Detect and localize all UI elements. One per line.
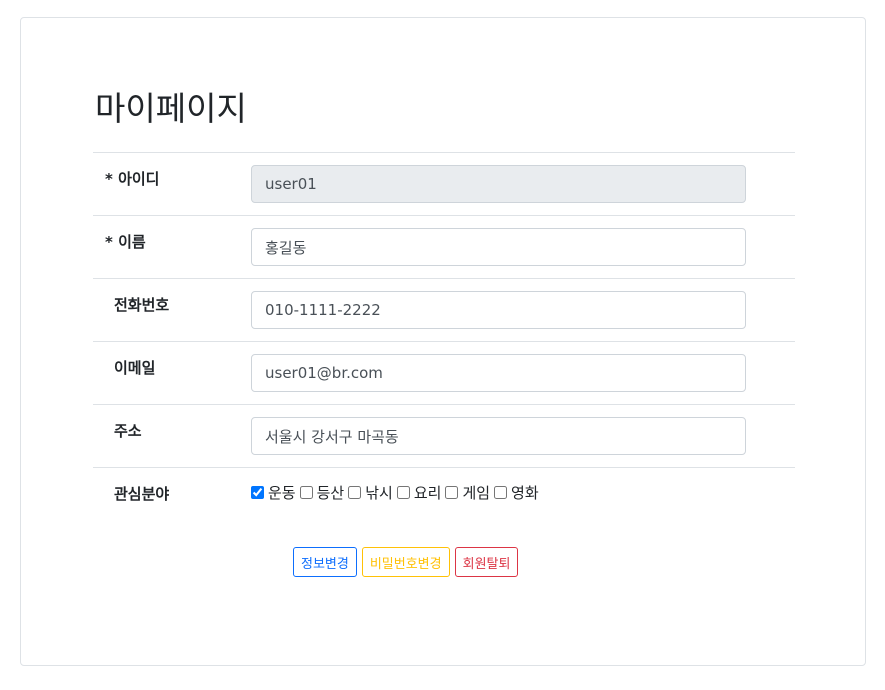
interest-option[interactable]: 등산: [299, 482, 345, 503]
address-field[interactable]: [251, 417, 746, 455]
interest-option-label: 영화: [511, 484, 539, 502]
interest-checkbox[interactable]: [299, 486, 313, 499]
row-address: 주소: [93, 404, 795, 467]
address-label: 주소: [114, 422, 142, 440]
interest-option[interactable]: 낚시: [348, 482, 393, 503]
phone-label: 전화번호: [114, 296, 170, 314]
name-field[interactable]: [251, 228, 746, 266]
interest-option-label: 등산: [316, 484, 345, 502]
phone-field[interactable]: [251, 291, 746, 329]
email-field[interactable]: [251, 354, 746, 392]
update-info-button[interactable]: 정보변경: [293, 547, 357, 577]
interest-option-label: 운동: [268, 484, 296, 502]
interest-option[interactable]: 요리: [396, 482, 442, 503]
page-title: 마이페이지: [95, 89, 247, 128]
id-field[interactable]: [251, 165, 746, 203]
profile-form: * 아이디 * 이름 전화번호 이메일 주소 관심분야 운동 등산 낚시 요리 게임 영화: [93, 152, 795, 530]
interest-option-label: 낚시: [365, 484, 393, 502]
withdraw-button[interactable]: 회원탈퇴: [454, 547, 519, 577]
id-label: * 아이디: [105, 170, 160, 188]
interest-checkbox[interactable]: [348, 486, 362, 499]
interest-option[interactable]: 게임: [445, 482, 490, 503]
row-interests: 관심분야 운동 등산 낚시 요리 게임 영화: [93, 467, 795, 530]
name-label: * 이름: [105, 233, 146, 251]
change-password-button[interactable]: 비밀번호변경: [361, 547, 450, 577]
action-buttons: 정보변경 비밀번호변경 회원탈퇴: [293, 547, 519, 577]
interest-option-label: 게임: [462, 484, 491, 502]
row-id: * 아이디: [93, 152, 795, 215]
interest-checkbox[interactable]: [396, 486, 410, 499]
row-phone: 전화번호: [93, 278, 795, 341]
row-name: * 이름: [93, 215, 795, 278]
row-email: 이메일: [93, 341, 795, 404]
interest-checkbox[interactable]: [494, 486, 508, 499]
interest-checkbox[interactable]: [445, 486, 459, 499]
interest-option[interactable]: 영화: [494, 482, 539, 503]
interests-label: 관심분야: [114, 485, 170, 503]
interest-checkbox[interactable]: [251, 486, 264, 499]
interest-option[interactable]: 운동: [251, 482, 296, 503]
interest-option-label: 요리: [413, 484, 442, 502]
interests-checkbox-group: 운동 등산 낚시 요리 게임 영화: [251, 482, 543, 503]
email-label: 이메일: [114, 359, 156, 377]
